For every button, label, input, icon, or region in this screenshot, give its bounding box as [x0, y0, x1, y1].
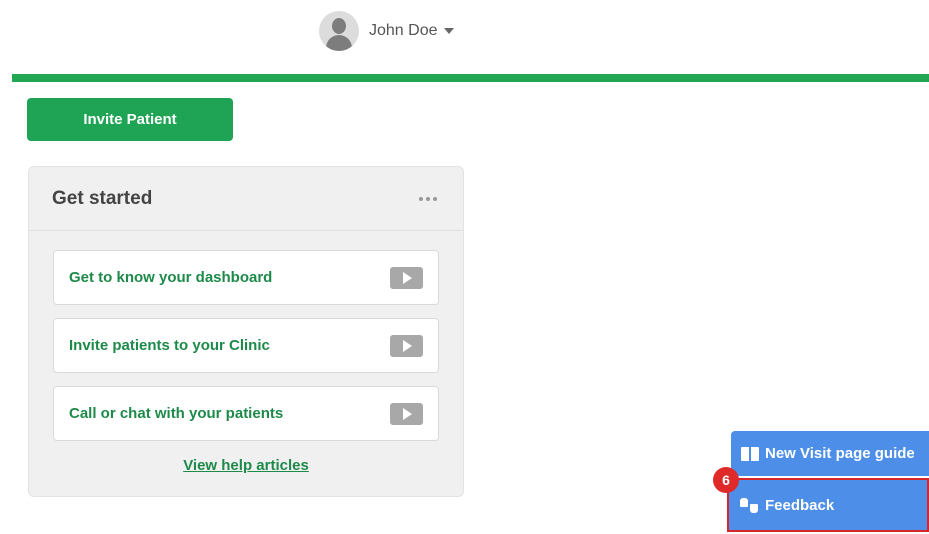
card-title: Get started: [52, 187, 153, 209]
view-help-articles-link[interactable]: View help articles: [29, 457, 463, 474]
invite-patient-button[interactable]: Invite Patient: [27, 98, 233, 141]
header-divider: [12, 74, 929, 82]
chevron-down-icon: [443, 28, 454, 34]
user-menu[interactable]: John Doe: [319, 11, 454, 51]
avatar: [319, 11, 359, 51]
page-guide-label: New Visit page guide: [765, 445, 915, 462]
step-label: Call or chat with your patients: [69, 405, 284, 422]
get-started-card: Get started Get to know your dashboard I…: [28, 166, 464, 497]
step-label: Get to know your dashboard: [69, 269, 273, 286]
page-guide-button[interactable]: New Visit page guide: [731, 431, 929, 476]
user-name: John Doe: [369, 22, 438, 39]
step-badge: 6: [713, 467, 739, 493]
thumbs-icon: [739, 496, 761, 514]
play-video-icon[interactable]: [390, 334, 423, 357]
feedback-label: Feedback: [765, 496, 835, 514]
book-icon: [741, 446, 759, 461]
more-options-icon[interactable]: [419, 196, 437, 201]
step-call-chat[interactable]: Call or chat with your patients: [53, 386, 439, 441]
card-header: Get started: [29, 167, 463, 231]
feedback-button[interactable]: Feedback: [727, 478, 929, 532]
step-invite-patients[interactable]: Invite patients to your Clinic: [53, 318, 439, 373]
play-video-icon[interactable]: [390, 266, 423, 289]
play-video-icon[interactable]: [390, 402, 423, 425]
step-label: Invite patients to your Clinic: [69, 337, 270, 354]
step-dashboard[interactable]: Get to know your dashboard: [53, 250, 439, 305]
